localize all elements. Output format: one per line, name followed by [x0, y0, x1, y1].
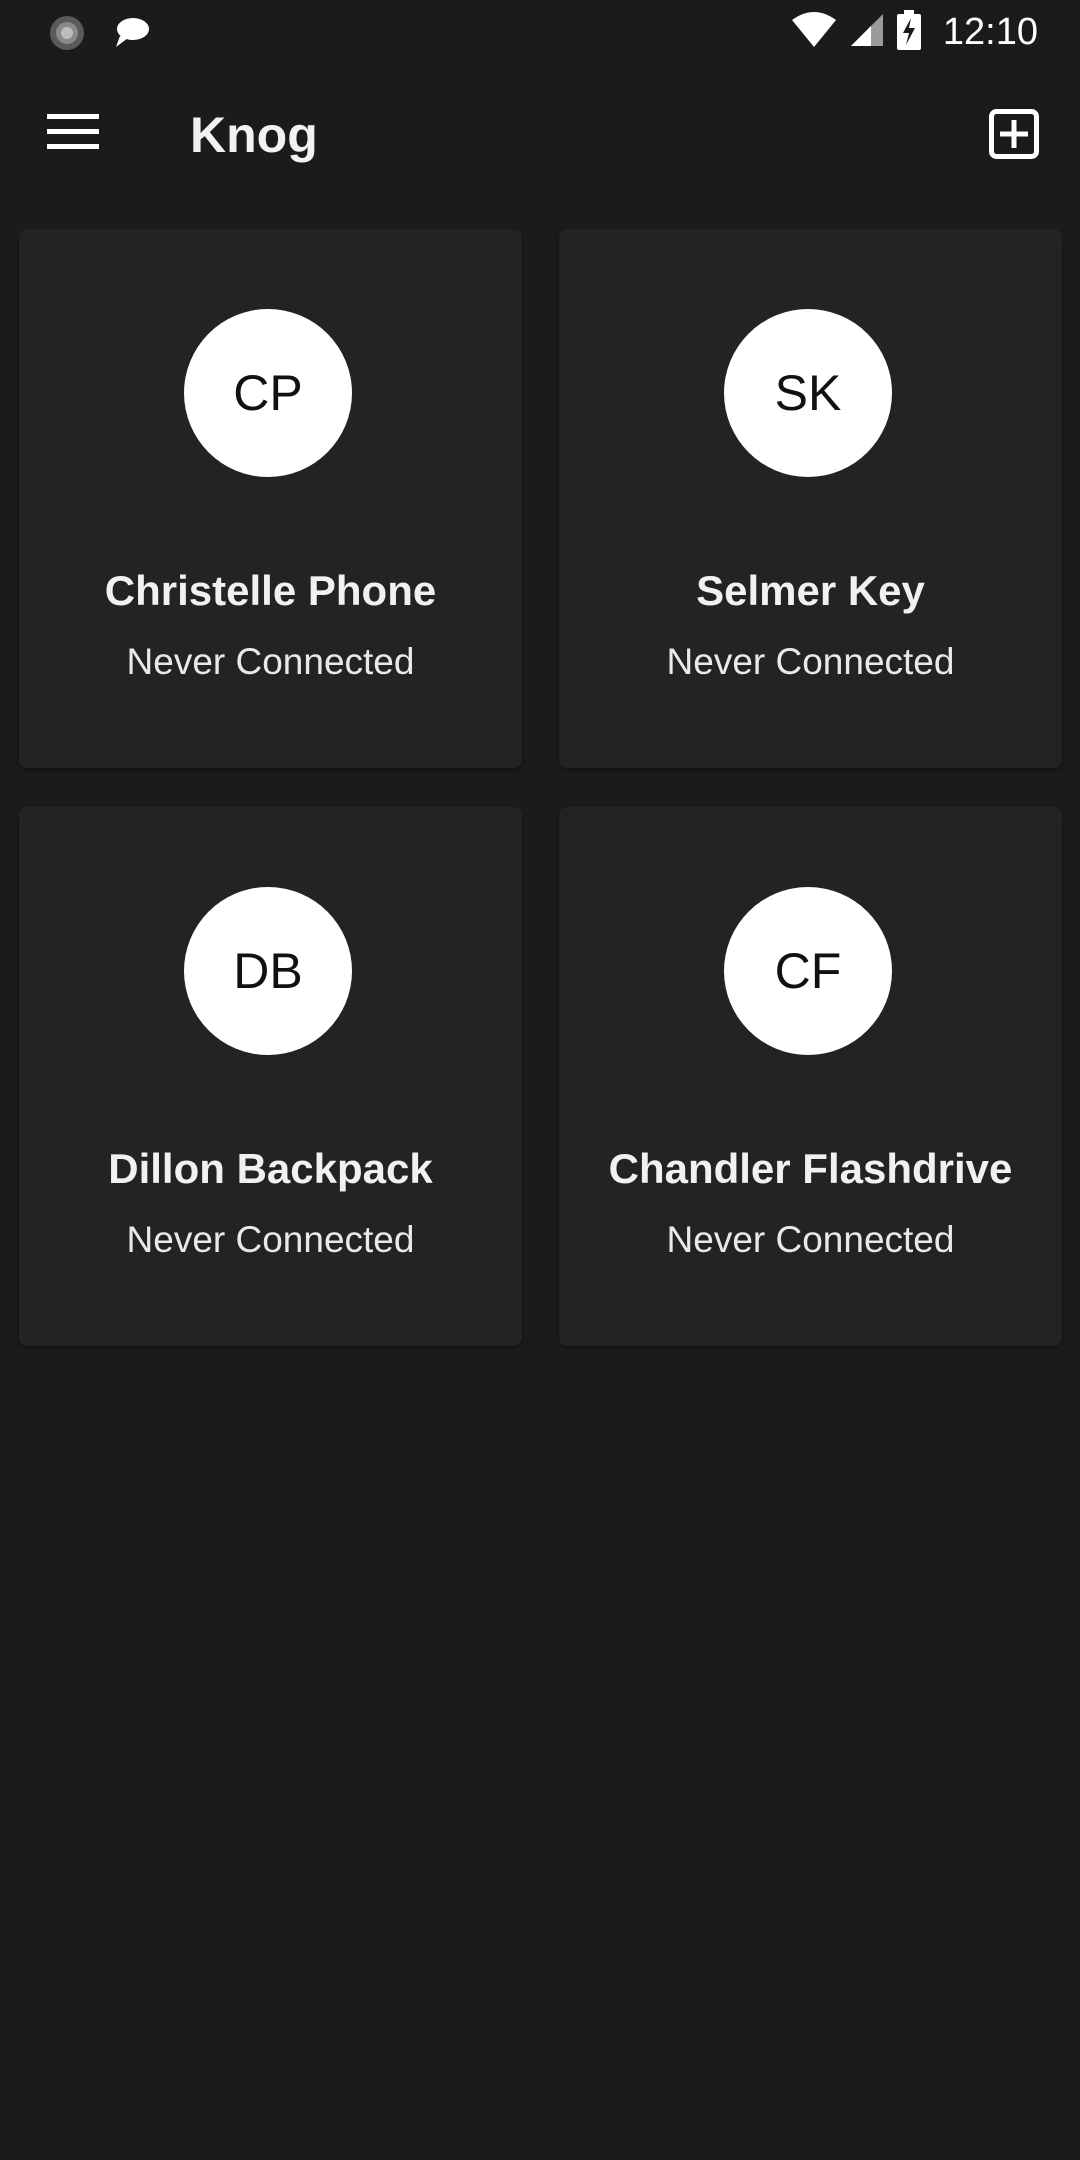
sync-icon [48, 14, 86, 57]
app-bar: Knog [0, 64, 1080, 212]
device-card-chandler-flashdrive[interactable]: CF Chandler Flashdrive Never Connected [559, 807, 1062, 1346]
device-card-selmer-key[interactable]: SK Selmer Key Never Connected [559, 229, 1062, 768]
battery-charging-icon [896, 9, 921, 55]
device-name: Dillon Backpack [108, 1145, 433, 1192]
app-title: Knog [190, 107, 318, 163]
status-right-icons: 12:10 [791, 8, 1038, 56]
status-time: 12:10 [942, 10, 1038, 53]
add-box-icon [989, 108, 1039, 164]
hamburger-menu-icon [47, 113, 99, 155]
avatar: CF [724, 887, 892, 1055]
device-name: Christelle Phone [104, 567, 437, 614]
device-grid: CP Christelle Phone Never Connected SK S… [19, 229, 1063, 1346]
menu-button[interactable] [38, 108, 108, 160]
status-left-icons [48, 14, 150, 57]
status-bar: 12:10 [0, 0, 1080, 64]
device-name: Chandler Flashdrive [608, 1145, 1013, 1192]
avatar: CP [184, 309, 352, 477]
device-status: Never Connected [666, 641, 955, 682]
device-status: Never Connected [126, 641, 415, 682]
wifi-icon [791, 11, 837, 53]
device-card-christelle-phone[interactable]: CP Christelle Phone Never Connected [19, 229, 522, 768]
add-device-button[interactable] [982, 104, 1046, 168]
chat-bubble-icon [114, 16, 150, 55]
avatar: SK [724, 309, 892, 477]
device-name: Selmer Key [696, 567, 925, 614]
avatar: DB [184, 887, 352, 1055]
cell-signal-icon [849, 12, 885, 53]
device-status: Never Connected [666, 1219, 955, 1260]
device-card-dillon-backpack[interactable]: DB Dillon Backpack Never Connected [19, 807, 522, 1346]
device-status: Never Connected [126, 1219, 415, 1260]
